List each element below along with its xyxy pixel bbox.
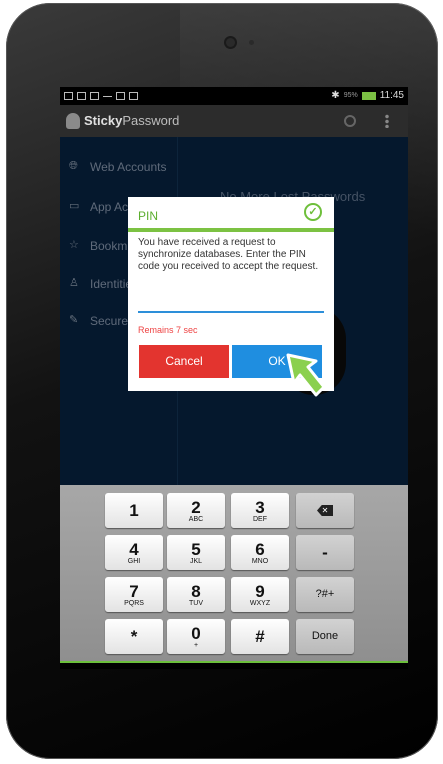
dialog-message: You have received a request to synchroni… <box>138 237 319 272</box>
bluetooth-icon: ✱ <box>331 90 340 101</box>
symbols-key[interactable]: ?#+ <box>296 577 354 612</box>
battery-percent: 95% <box>343 92 358 99</box>
pointer-arrow-icon <box>286 353 326 397</box>
status-right: ✱ 95% 11:45 <box>331 90 404 101</box>
key-5[interactable]: 5 JKL <box>167 535 225 570</box>
cancel-button[interactable]: Cancel <box>139 345 229 378</box>
key-2[interactable]: 2 ABC <box>167 493 225 528</box>
backspace-icon: ✕ <box>317 505 333 516</box>
done-key[interactable]: Done <box>296 619 354 654</box>
dialog-title: PIN <box>138 209 159 223</box>
numeric-keyboard: 1 2 ABC 3 DEF ✕ 4 GHI 5 JKL 6 MNO - 7 PQRS 8 TU… <box>60 485 408 661</box>
front-camera <box>226 38 235 47</box>
key-6[interactable]: 6 MNO <box>231 535 289 570</box>
key-dash[interactable]: - <box>296 535 354 570</box>
dialog-title-divider <box>128 228 334 232</box>
backspace-key[interactable]: ✕ <box>296 493 354 528</box>
check-icon: ✓ <box>304 203 322 221</box>
search-icon[interactable] <box>344 115 356 127</box>
mail-icon <box>103 96 112 104</box>
sticky-password-logo-icon <box>66 113 80 129</box>
image-icon <box>129 92 138 100</box>
remaining-time: Remains 7 sec <box>138 325 198 335</box>
key-3[interactable]: 3 DEF <box>231 493 289 528</box>
system-nav-bar: ▭ ⌂ ↩ ︿ <box>60 663 408 669</box>
key-0[interactable]: 0 + <box>167 619 225 654</box>
key-9[interactable]: 9 WXYZ <box>231 577 289 612</box>
key-4[interactable]: 4 GHI <box>105 535 163 570</box>
notification-icon <box>90 92 99 100</box>
device-screen: ✱ 95% 11:45 StickyPassword 🌐︎ Web Accoun… <box>60 87 408 669</box>
bag-icon <box>116 92 125 100</box>
battery-icon <box>361 91 376 100</box>
clock: 11:45 <box>379 90 404 101</box>
key-star[interactable]: * <box>105 619 163 654</box>
status-bar: ✱ 95% 11:45 <box>60 87 408 105</box>
key-8[interactable]: 8 TUV <box>167 577 225 612</box>
overflow-menu-icon[interactable] <box>385 114 389 128</box>
key-7[interactable]: 7 PQRS <box>105 577 163 612</box>
app-title: StickyPassword <box>84 113 180 128</box>
light-sensor <box>249 40 254 45</box>
notification-icon <box>77 92 86 100</box>
app-bar: StickyPassword <box>60 105 408 137</box>
key-1[interactable]: 1 <box>105 493 163 528</box>
pin-input[interactable] <box>138 293 324 313</box>
key-hash[interactable]: # <box>231 619 289 654</box>
photo-icon <box>64 92 73 100</box>
